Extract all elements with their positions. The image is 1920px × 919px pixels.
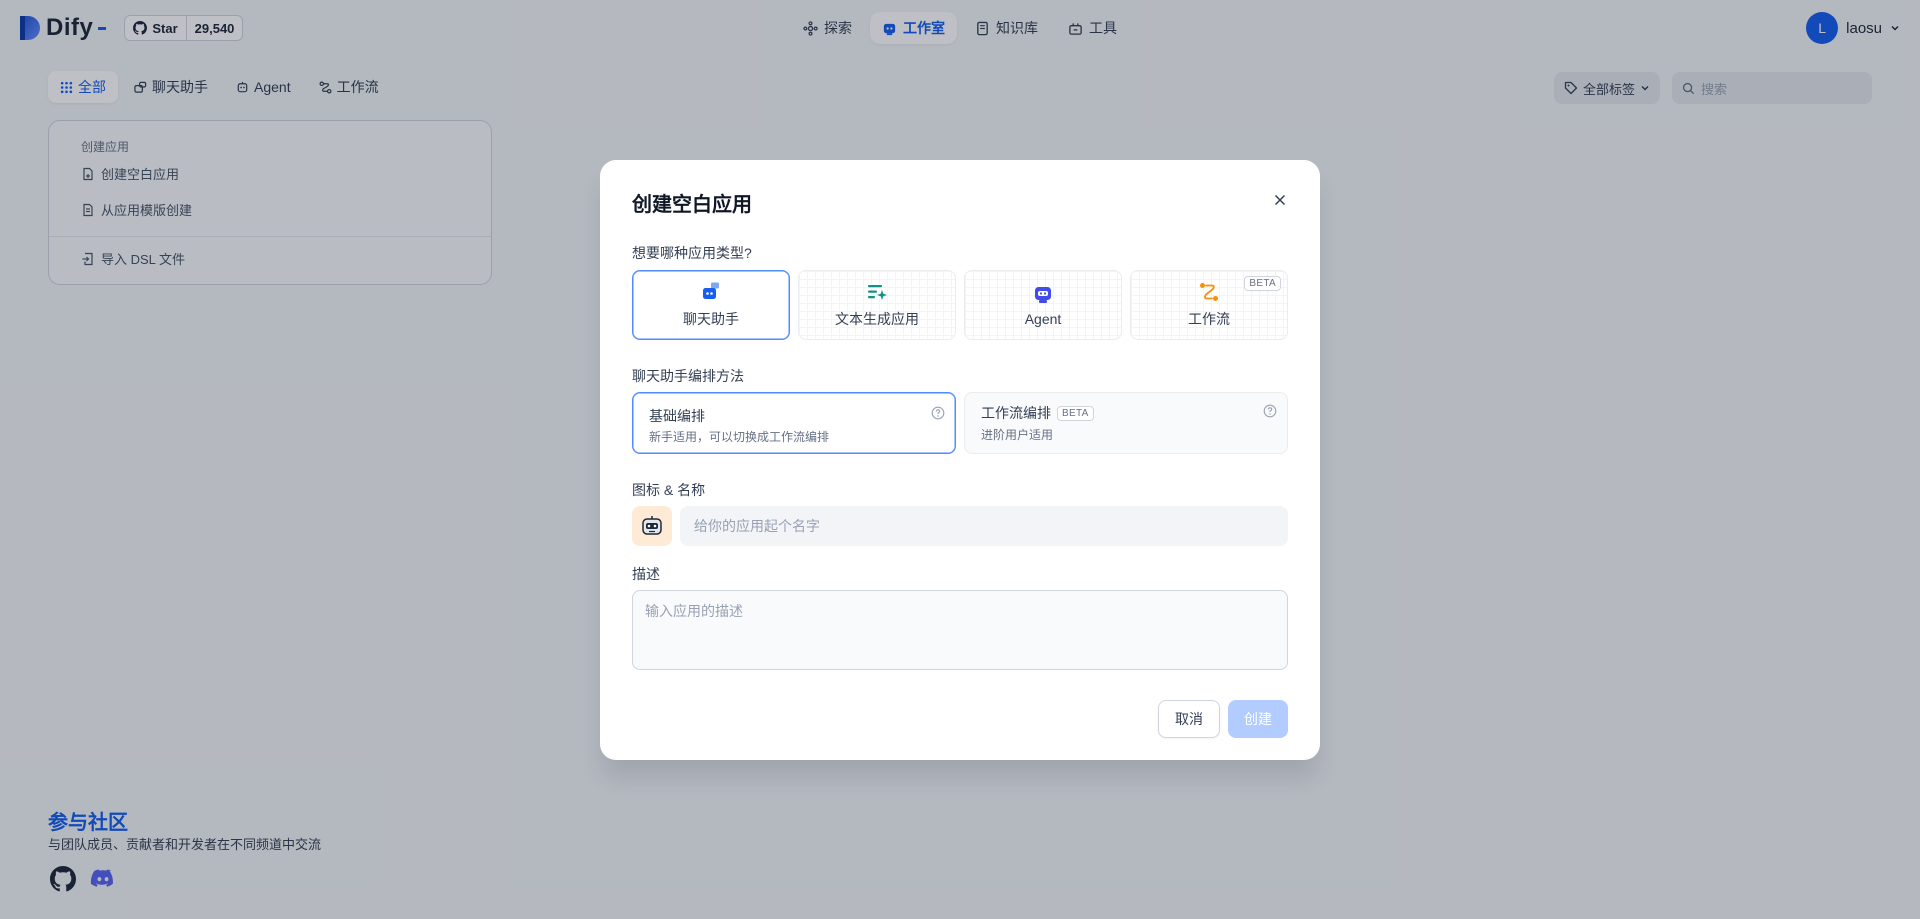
app-description-input[interactable] (632, 590, 1288, 670)
close-button[interactable] (1270, 190, 1290, 210)
app-icon-picker[interactable] (632, 506, 672, 546)
modal-title: 创建空白应用 (632, 194, 752, 216)
help-icon[interactable] (931, 406, 945, 420)
icon-name-label: 图标 & 名称 (632, 482, 706, 498)
help-icon[interactable] (1263, 404, 1277, 418)
mode-basic-title: 基础编排 (649, 406, 705, 426)
beta-badge: BETA (1057, 405, 1094, 421)
mode-card-basic[interactable]: 基础编排 新手适用，可以切换成工作流编排 (632, 392, 956, 454)
type-card-workflow[interactable]: 工作流 BETA (1130, 270, 1288, 340)
orchestration-label: 聊天助手编排方法 (632, 368, 744, 384)
chat-assistant-icon (703, 282, 719, 299)
create-blank-app-modal: 创建空白应用 想要哪种应用类型? 聊天助手 文本生成应用 Agent 工作流 B… (600, 160, 1320, 760)
agent-icon (1035, 287, 1051, 303)
type-chat-assistant-label: 聊天助手 (683, 311, 739, 327)
type-workflow-label: 工作流 (1188, 311, 1230, 327)
type-card-agent[interactable]: Agent (964, 270, 1122, 340)
text-generator-icon (868, 285, 887, 300)
description-label: 描述 (632, 566, 660, 582)
type-text-generator-label: 文本生成应用 (835, 311, 919, 327)
robot-emoji-icon (642, 516, 662, 535)
mode-workflow-title: 工作流编排 BETA (981, 403, 1094, 423)
cancel-button[interactable]: 取消 (1158, 700, 1220, 738)
mode-card-workflow[interactable]: 工作流编排 BETA 进阶用户适用 (964, 392, 1288, 454)
beta-badge: BETA (1244, 276, 1281, 291)
type-card-chat-assistant[interactable]: 聊天助手 (632, 270, 790, 340)
app-type-label: 想要哪种应用类型? (632, 245, 752, 261)
workflow-icon (1200, 283, 1218, 301)
mode-basic-desc: 新手适用，可以切换成工作流编排 (649, 430, 830, 444)
type-agent-label: Agent (1024, 311, 1062, 327)
mode-workflow-title-text: 工作流编排 (981, 405, 1051, 421)
app-name-input[interactable] (680, 506, 1288, 546)
create-button[interactable]: 创建 (1228, 700, 1288, 738)
mode-workflow-desc: 进阶用户适用 (981, 428, 1054, 442)
close-icon (1274, 194, 1286, 206)
type-card-text-generator[interactable]: 文本生成应用 (798, 270, 956, 340)
mode-basic-title-text: 基础编排 (649, 408, 705, 424)
